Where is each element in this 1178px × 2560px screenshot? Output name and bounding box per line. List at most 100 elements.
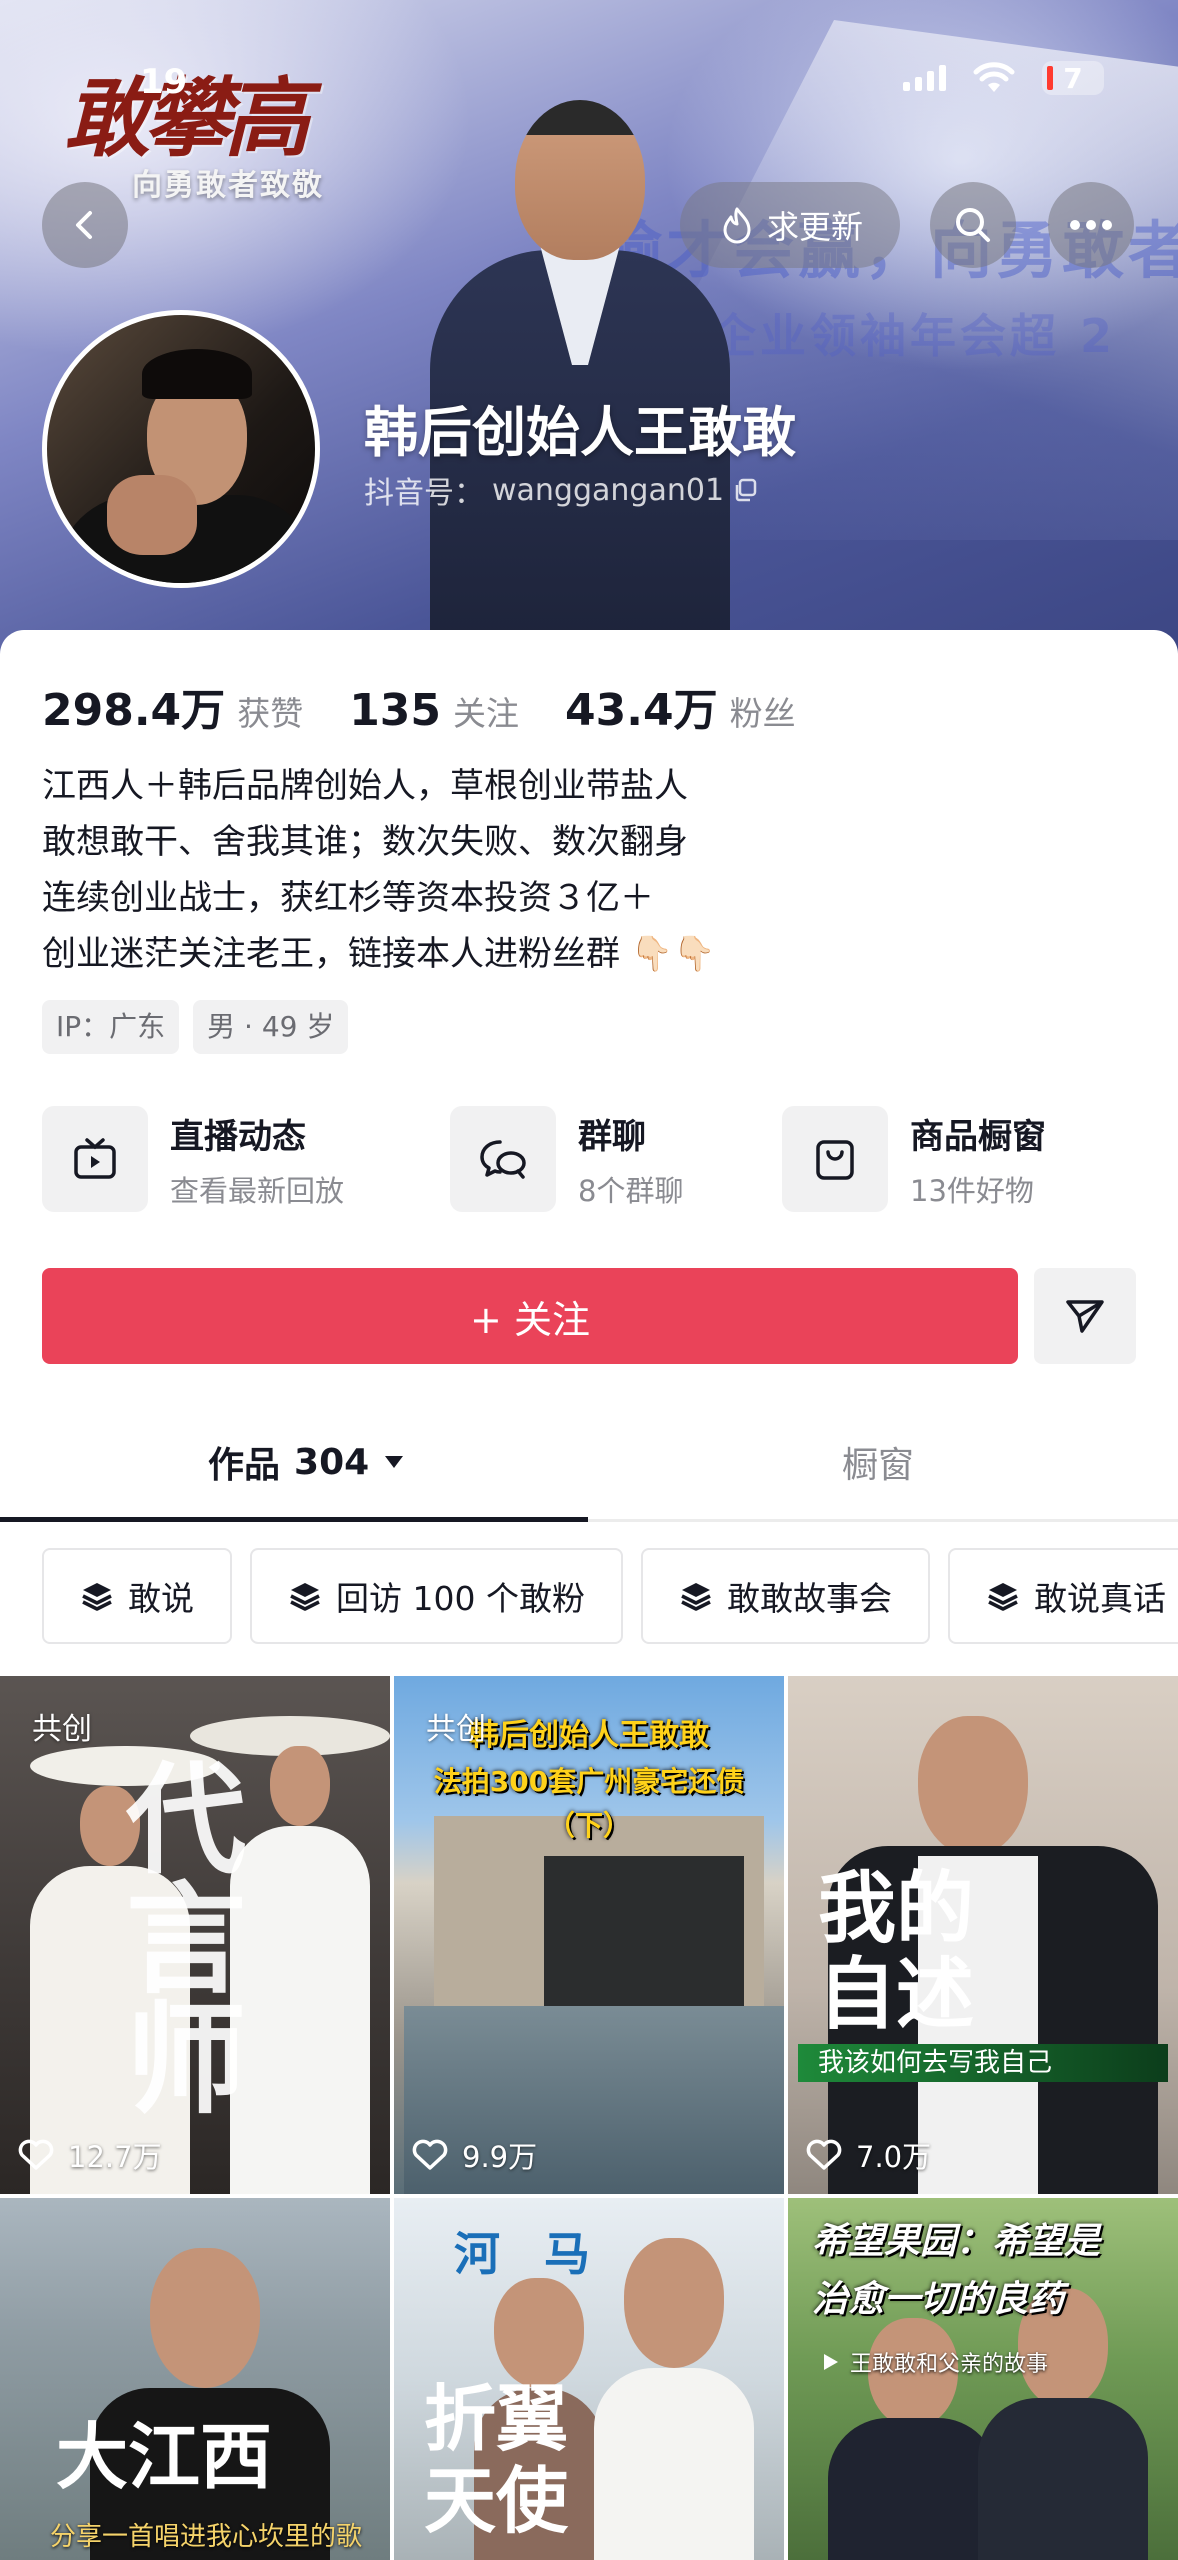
video-title-line: 治愈一切的良药	[812, 2279, 1065, 2320]
search-icon	[956, 208, 990, 242]
video-caption: 我该如何去写我自己	[798, 2044, 1168, 2082]
video-thumbnail[interactable]: 希望果园：希望是 治愈一切的良药 王敢敢和父亲的故事	[788, 2198, 1178, 2560]
back-button[interactable]	[42, 182, 128, 268]
cellular-signal-icon	[903, 65, 946, 91]
tab-works-label: 作品	[208, 1445, 281, 1486]
feature-title: 商品橱窗	[910, 1116, 1046, 1157]
video-thumbnail[interactable]: 韩后创始人王敢敢 法拍300套广州豪宅还债 （下） 共创 9.9万	[394, 1676, 784, 2194]
more-icon	[1070, 220, 1112, 230]
wifi-icon	[973, 62, 1015, 92]
ip-location-tag: IP：广东	[42, 1000, 180, 1054]
video-title-art: 代言师	[105, 1756, 246, 2116]
profile-name: 韩后创始人王敢敢	[364, 401, 796, 464]
profile-tabs: 作品 304 橱窗	[0, 1402, 1178, 1522]
video-thumbnail[interactable]: 河 马 折翼 天使	[394, 2198, 784, 2560]
likes-count: 298.4万	[42, 685, 226, 736]
gender-age-tag: 男 · 49 岁	[193, 1000, 349, 1054]
collection-chip[interactable]: 敢说	[42, 1548, 232, 1644]
share-button[interactable]	[1034, 1268, 1136, 1364]
video-title-line: 希望果园：希望是	[812, 2221, 1101, 2262]
status-bar: 7	[903, 58, 1104, 98]
request-update-label: 求更新	[766, 208, 863, 246]
video-title-art: 大江西	[56, 2414, 273, 2499]
tab-works[interactable]: 作品 304	[208, 1402, 405, 1522]
collection-chip[interactable]: 敢说真话	[947, 1548, 1178, 1644]
stat-following[interactable]: 135 关注	[349, 685, 519, 736]
handle-value: wanggangan01	[492, 472, 725, 508]
co-create-badge: 共创	[426, 1712, 486, 1747]
video-title-line: 天使	[424, 2458, 569, 2543]
back-icon	[76, 211, 92, 239]
feature-live-replay[interactable]: 直播动态 查看最新回放	[42, 1106, 344, 1212]
avatar[interactable]	[42, 310, 320, 588]
layers-icon	[290, 1583, 320, 1611]
stat-followers[interactable]: 43.4万 粉丝	[565, 674, 796, 738]
likes-label: 获赞	[237, 694, 304, 733]
collection-chip-label: 敢敢故事会	[726, 1579, 892, 1618]
caret-down-icon[interactable]	[383, 1454, 405, 1470]
heart-icon	[18, 2139, 54, 2170]
video-title-art: 折翼 天使	[424, 2378, 568, 2542]
layers-icon	[988, 1583, 1018, 1611]
collection-chip-label: 回访 100 个敢粉	[336, 1579, 585, 1618]
banner-person	[420, 60, 740, 680]
more-button[interactable]	[1048, 182, 1134, 268]
collection-chip[interactable]: 敢敢故事会	[640, 1548, 930, 1644]
video-likes-count: 7.0万	[856, 2140, 932, 2174]
search-button[interactable]	[930, 182, 1016, 268]
send-icon	[1066, 1300, 1104, 1333]
video-thumbnail[interactable]: 我的 自述 我该如何去写我自己 7.0万	[788, 1676, 1178, 2194]
bio-line: 江西人＋韩后品牌创始人，草根创业带盐人	[42, 766, 688, 806]
flame-icon	[723, 207, 751, 244]
collection-chip[interactable]: 回访 100 个敢粉	[250, 1548, 623, 1644]
active-tab-indicator	[0, 1517, 588, 1522]
tab-shop-window[interactable]: 橱窗	[842, 1402, 914, 1522]
battery-icon: 7	[1042, 61, 1104, 95]
feature-entries: 直播动态 查看最新回放 群聊 8个群聊 商品橱窗 13件好物	[42, 1106, 1142, 1218]
video-thumbnail[interactable]: 大江西 分享一首唱进我心坎里的歌	[0, 2198, 390, 2560]
profile-sheet: 298.4万 获赞 135 关注 43.4万 粉丝 江西人＋韩后品牌创始人，草根创业带…	[0, 630, 1178, 1675]
request-update-button[interactable]: 求更新	[680, 182, 900, 268]
feature-shop-window[interactable]: 商品橱窗 13件好物	[782, 1106, 1046, 1212]
bag-icon	[816, 1140, 854, 1180]
following-label: 关注	[453, 694, 520, 733]
bio-line: 敢想敢干、舍我其谁；数次失败、数次翻身	[42, 822, 688, 862]
copy-icon[interactable]	[732, 477, 758, 503]
heart-icon	[806, 2139, 842, 2170]
feature-title: 群聊	[578, 1116, 646, 1157]
video-likes: 9.9万	[412, 2134, 537, 2176]
video-grid: 代言师 共创 12.7万 韩后创始人王敢敢 法拍300套广州豪宅还债 （下） 共…	[0, 1676, 1178, 2560]
house-window-graphic	[544, 1856, 744, 2006]
collection-chip-label: 敢说	[128, 1579, 194, 1618]
video-title-line: （下）	[546, 1809, 631, 1842]
feature-title: 直播动态	[170, 1116, 306, 1157]
tv-icon	[74, 1138, 116, 1179]
heart-icon	[412, 2139, 448, 2170]
video-title-art: 我的 自述	[818, 1866, 974, 2038]
collection-chips: 敢说 回访 100 个敢粉 敢敢故事会 敢说真话	[42, 1548, 1178, 1644]
video-title-block: 韩后创始人王敢敢 法拍300套广州豪宅还债 （下）	[394, 1676, 784, 1844]
feature-group-chat[interactable]: 群聊 8个群聊	[450, 1106, 683, 1212]
brand-logo-subtitle: 向勇敢者致敬	[132, 168, 324, 203]
store-sign: 河 马	[454, 2227, 605, 2281]
bio-line: 创业迷茫关注老王，链接本人进粉丝群 👇🏻👇🏻	[42, 934, 716, 974]
video-caption: 分享一首唱进我心坎里的歌	[50, 2522, 363, 2552]
feature-subtitle: 查看最新回放	[170, 1173, 345, 1208]
video-thumbnail[interactable]: 代言师 共创 12.7万	[0, 1676, 390, 2194]
status-time: 19	[140, 62, 188, 102]
followers-label: 粉丝	[729, 694, 796, 733]
stat-likes[interactable]: 298.4万 获赞	[42, 674, 303, 738]
video-caption: 王敢敢和父亲的故事	[850, 2352, 1049, 2377]
follow-button[interactable]: + 关注	[42, 1268, 1018, 1364]
profile-handle[interactable]: 抖音号： wanggangan01	[364, 468, 758, 512]
profile-tags: IP：广东 男 · 49 岁	[42, 1000, 349, 1054]
video-likes-count: 9.9万	[462, 2140, 538, 2174]
bio-line: 连续创业战士，获红杉等资本投资３亿＋	[42, 878, 654, 918]
chat-icon	[480, 1140, 526, 1179]
video-likes: 12.7万	[18, 2134, 162, 2176]
handle-label: 抖音号：	[364, 476, 484, 511]
video-title-line: 折翼	[424, 2376, 569, 2461]
video-title-line: 自述	[818, 1949, 975, 2040]
feature-subtitle: 13件好物	[910, 1173, 1034, 1208]
following-count: 135	[349, 685, 442, 736]
